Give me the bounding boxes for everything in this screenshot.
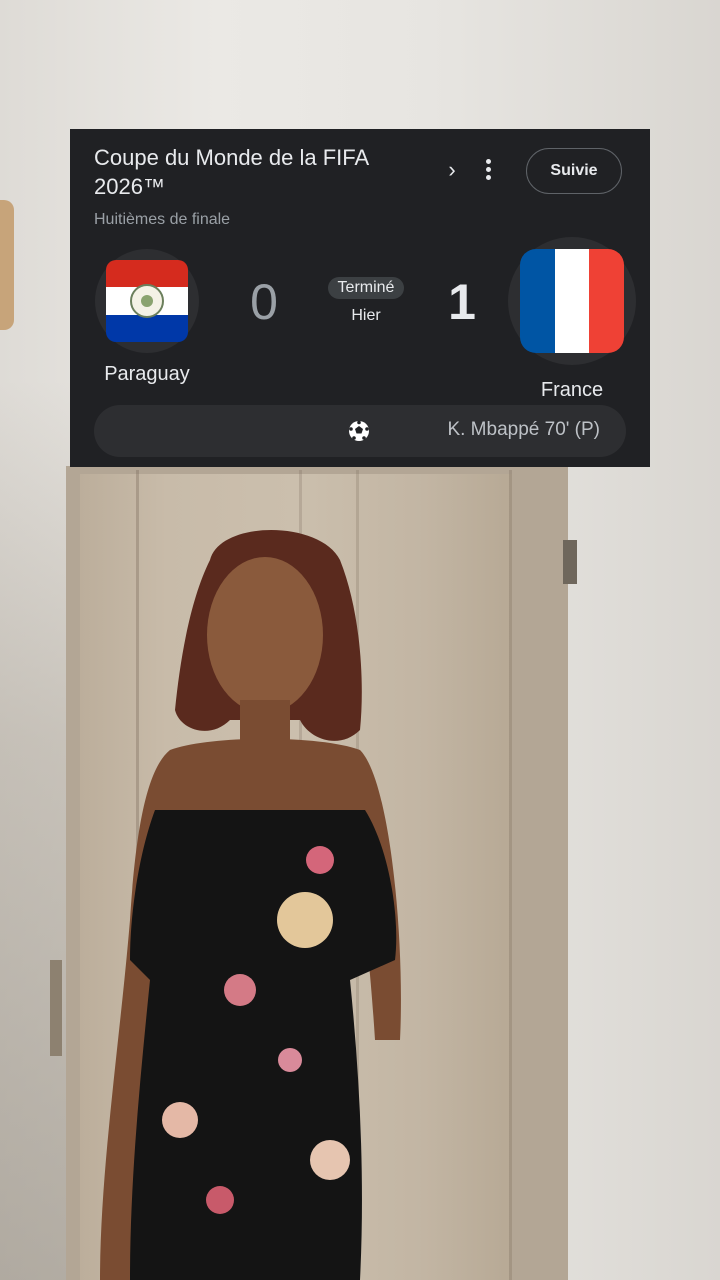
- person-silhouette: [100, 530, 401, 1280]
- door-latch: [563, 540, 577, 584]
- goal-scorers-bar[interactable]: K. Mbappé 70' (P): [94, 405, 626, 457]
- away-team-name: France: [540, 379, 604, 401]
- away-score: 1: [448, 274, 476, 330]
- home-team[interactable]: Paraguay: [82, 249, 212, 386]
- france-flag-icon: [520, 249, 624, 353]
- follow-button[interactable]: Suivie: [526, 148, 622, 194]
- home-team-name: Paraguay: [104, 363, 190, 385]
- video-frame: Coupe du Monde de la FIFA 2026™ Huitième…: [0, 0, 720, 1280]
- match-day: Hier: [351, 307, 381, 324]
- away-team[interactable]: France: [507, 237, 637, 402]
- match-stage: Huitièmes de finale: [94, 211, 231, 228]
- away-flag-container: [508, 237, 636, 365]
- paraguay-flag-icon: [106, 260, 188, 342]
- wall-shelf: [0, 200, 14, 330]
- home-flag-container: [95, 249, 199, 353]
- competition-title[interactable]: Coupe du Monde de la FIFA 2026™: [94, 143, 414, 201]
- more-vert-icon[interactable]: [480, 157, 496, 185]
- chevron-right-icon[interactable]: ›: [444, 159, 460, 181]
- match-score-card[interactable]: Coupe du Monde de la FIFA 2026™ Huitième…: [70, 129, 650, 467]
- match-status: Terminé Hier: [322, 277, 410, 325]
- scorer-text: K. Mbappé 70' (P): [447, 419, 600, 440]
- home-score: 0: [250, 274, 278, 330]
- soccer-ball-icon: [349, 420, 369, 441]
- status-badge: Terminé: [327, 277, 405, 299]
